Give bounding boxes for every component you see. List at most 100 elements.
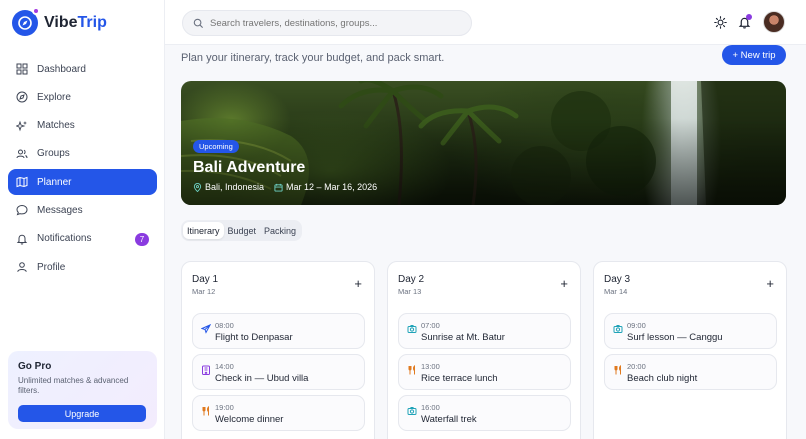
- activity-item[interactable]: 09:00 Surf lesson — Canggu: [604, 313, 777, 349]
- sidebar-item-messages[interactable]: Messages: [8, 197, 157, 223]
- activity-title: Sunrise at Mt. Batur: [421, 332, 505, 343]
- search-bar[interactable]: [182, 10, 472, 36]
- activity-item[interactable]: 08:00 Flight to Denpasar: [192, 313, 365, 349]
- map-icon: [16, 176, 28, 188]
- tab-itinerary[interactable]: Itinerary: [183, 222, 224, 239]
- sidebar-item-label: Explore: [37, 91, 71, 103]
- activity-item[interactable]: 07:00 Sunrise at Mt. Batur: [398, 313, 571, 349]
- search-icon: [193, 18, 204, 28]
- day-title: Day 3: [604, 274, 631, 285]
- activity-title: Waterfall trek: [421, 414, 477, 425]
- camera-icon: [613, 325, 623, 333]
- trip-meta: Bali, Indonesia Mar 12 – Mar 16, 2026: [193, 182, 377, 192]
- sidebar-item-label: Planner: [37, 176, 72, 188]
- trip-title: Bali Adventure: [193, 159, 306, 176]
- trip-hero-card[interactable]: Upcoming Bali Adventure Bali, Indonesia …: [181, 81, 786, 205]
- activity-item[interactable]: 16:00 Waterfall trek: [398, 395, 571, 431]
- tab-packing[interactable]: Packing: [260, 222, 300, 239]
- upgrade-button[interactable]: Upgrade: [18, 405, 146, 422]
- activity-time: 14:00: [215, 362, 234, 371]
- day-date: Mar 12: [192, 287, 216, 296]
- sidebar-item-label: Profile: [37, 261, 66, 273]
- notifications-button[interactable]: [736, 14, 752, 30]
- planner-tabs: Itinerary Budget Packing: [181, 220, 303, 241]
- sidebar-item-label: Groups: [37, 148, 70, 160]
- utensils-icon: [408, 365, 415, 375]
- bell-icon: [16, 234, 28, 245]
- day-card: Day 3 Mar 14 + 09:00 Surf lesson — Cangg…: [593, 261, 787, 439]
- activity-item[interactable]: 19:00 Welcome dinner: [192, 395, 365, 431]
- app-name: VibeTrip: [44, 14, 107, 31]
- go-pro-title: Go Pro: [18, 361, 52, 372]
- activity-title: Welcome dinner: [215, 414, 284, 425]
- go-pro-description: Unlimited matches & advanced filters.: [18, 376, 129, 395]
- grid-icon: [16, 63, 28, 75]
- plane-icon: [201, 324, 211, 334]
- add-activity-button[interactable]: +: [560, 276, 568, 291]
- top-header: [165, 0, 806, 45]
- sidebar-nav: Dashboard Explore Matches Groups Planner…: [8, 56, 157, 282]
- trip-location: Bali, Indonesia: [205, 182, 265, 192]
- activity-time: 19:00: [215, 403, 234, 412]
- activity-title: Flight to Denpasar: [215, 332, 293, 343]
- notification-dot: [746, 14, 752, 20]
- calendar-icon: [274, 183, 283, 192]
- activity-title: Beach club night: [627, 373, 698, 384]
- location-pin-icon: [193, 182, 202, 192]
- sidebar-item-label: Dashboard: [37, 63, 86, 75]
- tab-budget[interactable]: Budget: [224, 222, 261, 239]
- day-title: Day 1: [192, 274, 219, 285]
- sun-icon: [713, 15, 727, 29]
- sidebar-item-dashboard[interactable]: Dashboard: [8, 56, 157, 82]
- sidebar: VibeTrip Dashboard Explore Matches Group…: [0, 0, 165, 439]
- user-icon: [17, 262, 27, 273]
- camera-icon: [407, 325, 417, 333]
- sidebar-item-label: Matches: [37, 120, 75, 132]
- day-date: Mar 14: [604, 287, 628, 296]
- activity-time: 20:00: [627, 362, 646, 371]
- day-date: Mar 13: [398, 287, 422, 296]
- activity-title: Check in — Ubud villa: [215, 373, 309, 384]
- sidebar-item-matches[interactable]: Matches: [8, 113, 157, 139]
- day-card: Day 1 Mar 12 + 08:00 Flight to Denpasar …: [181, 261, 375, 439]
- activity-time: 09:00: [627, 321, 646, 330]
- app-logo[interactable]: VibeTrip: [12, 7, 107, 36]
- sidebar-item-explore[interactable]: Explore: [8, 84, 157, 110]
- utensils-icon: [202, 406, 209, 416]
- activity-item[interactable]: 14:00 Check in — Ubud villa: [192, 354, 365, 390]
- day-card: Day 2 Mar 13 + 07:00 Sunrise at Mt. Batu…: [387, 261, 581, 439]
- activity-item[interactable]: 13:00 Rice terrace lunch: [398, 354, 571, 390]
- sidebar-item-notifications[interactable]: Notifications 7: [8, 226, 157, 252]
- new-trip-button[interactable]: + New trip: [722, 45, 786, 65]
- user-avatar[interactable]: [763, 11, 785, 33]
- day-title: Day 2: [398, 274, 425, 285]
- sidebar-item-label: Messages: [37, 204, 83, 216]
- utensils-icon: [614, 365, 621, 375]
- theme-toggle-button[interactable]: [712, 14, 728, 30]
- notification-count-badge: 7: [135, 232, 149, 246]
- chat-icon: [16, 205, 28, 216]
- camera-icon: [407, 407, 417, 415]
- users-icon: [16, 149, 28, 159]
- go-pro-card: Go Pro Unlimited matches & advanced filt…: [8, 351, 157, 429]
- activity-item[interactable]: 20:00 Beach club night: [604, 354, 777, 390]
- activity-time: 13:00: [421, 362, 440, 371]
- sidebar-item-groups[interactable]: Groups: [8, 141, 157, 167]
- activity-time: 16:00: [421, 403, 440, 412]
- compass-icon: [16, 91, 28, 103]
- activity-time: 07:00: [421, 321, 440, 330]
- trip-dates: Mar 12 – Mar 16, 2026: [286, 182, 378, 192]
- sparkle-icon: [16, 120, 27, 132]
- add-activity-button[interactable]: +: [766, 276, 774, 291]
- sidebar-item-planner[interactable]: Planner: [8, 169, 157, 196]
- page-subtitle: Plan your itinerary, track your budget, …: [181, 52, 445, 64]
- compass-logo-icon: [12, 7, 40, 36]
- search-input[interactable]: [210, 17, 460, 29]
- activity-time: 08:00: [215, 321, 234, 330]
- add-activity-button[interactable]: +: [354, 276, 362, 291]
- trip-status-badge: Upcoming: [193, 140, 239, 153]
- activity-title: Surf lesson — Canggu: [627, 332, 723, 343]
- sidebar-item-profile[interactable]: Profile: [8, 254, 157, 280]
- activity-title: Rice terrace lunch: [421, 373, 498, 384]
- hotel-icon: [202, 365, 210, 375]
